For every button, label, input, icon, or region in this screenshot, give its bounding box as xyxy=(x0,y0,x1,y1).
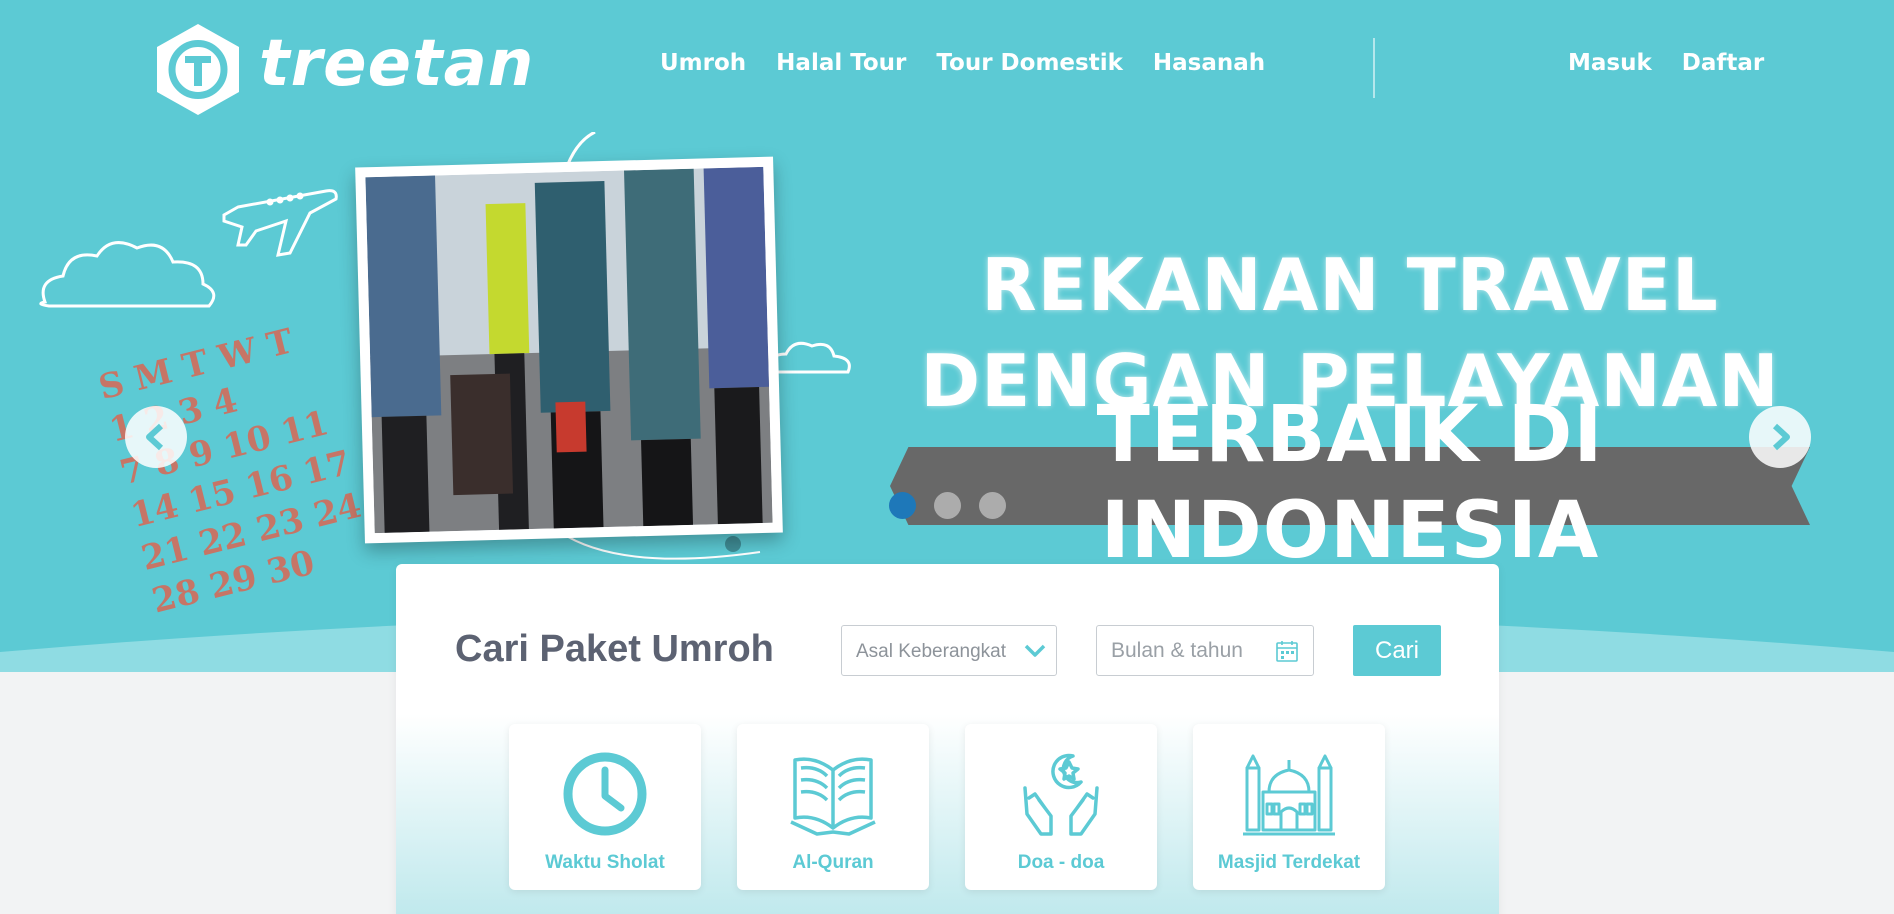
search-button[interactable]: Cari xyxy=(1353,625,1441,676)
cloud-icon xyxy=(39,241,216,308)
headline-line-3: TERBAIK DI INDONESIA xyxy=(1096,390,1604,576)
feature-label: Al-Quran xyxy=(792,852,874,873)
search-card-title: Cari Paket Umroh xyxy=(455,628,774,670)
clock-icon xyxy=(563,752,647,836)
mosque-icon xyxy=(1243,754,1335,836)
feature-label: Waktu Sholat xyxy=(545,852,665,873)
feature-waktu-sholat[interactable]: Waktu Sholat xyxy=(509,724,701,890)
nav-item-tour-domestik[interactable]: Tour Domestik xyxy=(936,50,1122,76)
feature-doa-doa[interactable]: Doa - doa xyxy=(965,724,1157,890)
quran-book-icon xyxy=(790,757,876,836)
feature-masjid-terdekat[interactable]: Masjid Terdekat xyxy=(1193,724,1385,890)
month-year-input[interactable] xyxy=(1111,636,1271,666)
carousel-prev-button[interactable] xyxy=(125,406,187,468)
chevron-right-icon xyxy=(1772,423,1790,451)
pilgrims-illustration xyxy=(365,166,773,534)
nav-item-umroh[interactable]: Umroh xyxy=(660,50,746,76)
praying-hands-icon xyxy=(1023,753,1099,836)
carousel-dot-2[interactable] xyxy=(934,492,961,519)
nav-item-halal-tour[interactable]: Halal Tour xyxy=(776,50,906,76)
nav-item-hasanah[interactable]: Hasanah xyxy=(1153,50,1265,76)
feature-al-quran[interactable]: Al-Quran xyxy=(737,724,929,890)
auth-links: Masuk Daftar xyxy=(1568,50,1764,76)
month-year-field[interactable] xyxy=(1096,625,1314,676)
origin-select-value: Asal Keberangkatan xyxy=(856,641,1006,662)
airplane-icon xyxy=(222,189,338,257)
headline-banner: TERBAIK DI INDONESIA xyxy=(890,390,1810,576)
umroh-search-card: Cari Paket Umroh Asal Keberangkatan Cari xyxy=(396,564,1499,914)
carousel-dot-3[interactable] xyxy=(979,492,1006,519)
feature-shortcuts: Waktu Sholat Al-Quran Doa - doa Masjid T… xyxy=(509,724,1385,890)
brand-name: treetan xyxy=(259,27,535,101)
page: treetan Umroh Halal Tour Tour Domestik H… xyxy=(0,0,1894,914)
hero-headline: REKANAN TRAVEL DENGAN PELAYANAN TERBAIK … xyxy=(890,237,1810,576)
register-link[interactable]: Daftar xyxy=(1682,50,1764,76)
chevron-down-icon xyxy=(1024,644,1046,657)
logo-hexagon-icon xyxy=(157,24,239,115)
chevron-left-icon xyxy=(146,423,164,451)
brand-logo[interactable]: treetan xyxy=(155,22,545,117)
feature-label: Masjid Terdekat xyxy=(1217,852,1361,873)
cloud-icon xyxy=(767,341,851,374)
carousel-dots xyxy=(889,492,1006,519)
site-header: treetan Umroh Halal Tour Tour Domestik H… xyxy=(0,0,1894,132)
carousel-next-button[interactable] xyxy=(1749,406,1811,468)
headline-line-1: REKANAN TRAVEL xyxy=(981,243,1719,327)
pilgrims-photo xyxy=(355,156,783,544)
nav-divider xyxy=(1373,38,1375,98)
origin-select[interactable]: Asal Keberangkatan xyxy=(841,625,1057,676)
main-nav: Umroh Halal Tour Tour Domestik Hasanah xyxy=(660,50,1265,76)
login-link[interactable]: Masuk xyxy=(1568,50,1652,76)
calendar-icon xyxy=(1276,641,1298,662)
feature-label: Doa - doa xyxy=(1017,852,1105,873)
carousel-dot-1[interactable] xyxy=(889,492,916,519)
